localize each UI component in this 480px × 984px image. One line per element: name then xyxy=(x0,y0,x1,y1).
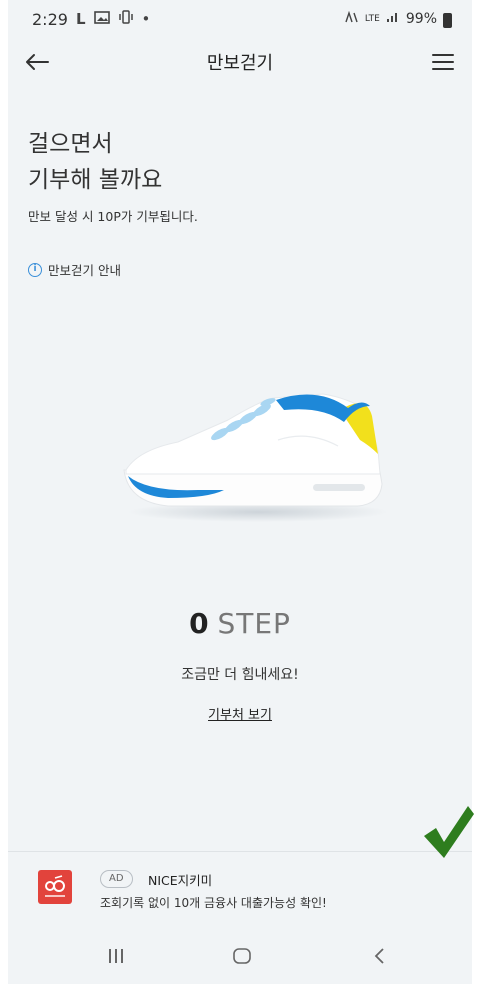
ad-badge: AD xyxy=(100,870,133,888)
battery-percent: 99% xyxy=(405,11,437,27)
heading: 걸으면서 기부해 볼까요 xyxy=(28,126,162,198)
donation-link-wrapper: 기부처 보기 xyxy=(8,704,472,723)
status-dot: • xyxy=(141,10,151,28)
heading-line-1: 걸으면서 xyxy=(28,131,113,157)
home-icon xyxy=(233,948,251,964)
step-count: 0 xyxy=(189,607,209,640)
hamburger-menu-icon xyxy=(432,54,454,56)
ad-title: NICE지키미 xyxy=(148,873,213,888)
hamburger-line xyxy=(432,61,454,63)
ad-banner[interactable]: AD NICE지키미 조회기록 없이 10개 금융사 대출가능성 확인! xyxy=(8,851,472,929)
ad-logo xyxy=(38,870,72,904)
network-type: LTE xyxy=(364,14,380,24)
cheer-message: 조금만 더 힘내세요! xyxy=(181,667,299,683)
status-bar-left: 2:29 L • xyxy=(32,10,150,29)
menu-button[interactable] xyxy=(432,48,460,76)
ad-description: 조회기록 없이 10개 금융사 대출가능성 확인! xyxy=(100,896,327,910)
recent-apps-button[interactable] xyxy=(108,946,124,970)
wifi-calling-icon xyxy=(345,10,359,27)
recent-apps-icon xyxy=(109,949,123,963)
step-counter: 0 STEP xyxy=(8,607,472,640)
hamburger-line xyxy=(432,68,454,70)
app-bar: 만보걷기 xyxy=(8,38,472,86)
info-icon: i xyxy=(28,262,42,277)
phone-screen: 2:29 L • LTE 99% 만보걷기 걸으면서 기부해 볼까요 만보 달성… xyxy=(8,0,472,984)
back-button[interactable] xyxy=(24,44,64,80)
signal-icon xyxy=(386,11,400,27)
home-button[interactable] xyxy=(232,946,252,970)
status-bar: 2:29 L • LTE 99% xyxy=(8,0,472,38)
heading-line-2: 기부해 볼까요 xyxy=(28,167,163,193)
status-l-icon: L xyxy=(75,10,86,28)
status-bar-right: LTE 99% xyxy=(345,10,452,28)
vibrate-icon xyxy=(118,10,134,28)
nav-back-button[interactable] xyxy=(372,946,388,970)
back-chevron-icon xyxy=(374,948,384,964)
walking-guide-label: 만보걷기 안내 xyxy=(48,263,121,278)
view-donation-link[interactable]: 기부처 보기 xyxy=(208,708,272,723)
battery-icon xyxy=(443,12,452,28)
step-unit: STEP xyxy=(217,607,291,640)
image-icon xyxy=(93,10,110,28)
checkmark-icon xyxy=(424,806,474,858)
page-title: 만보걷기 xyxy=(206,53,274,74)
arrow-left-icon xyxy=(26,54,49,70)
sneaker-illustration xyxy=(123,393,388,522)
nice-logo-icon xyxy=(45,875,65,897)
donation-subtext: 만보 달성 시 10P가 기부됩니다. xyxy=(28,209,198,224)
walking-guide-link[interactable]: i 만보걷기 안내 xyxy=(28,260,121,279)
status-time: 2:29 xyxy=(32,9,68,29)
system-nav-bar xyxy=(8,930,472,984)
